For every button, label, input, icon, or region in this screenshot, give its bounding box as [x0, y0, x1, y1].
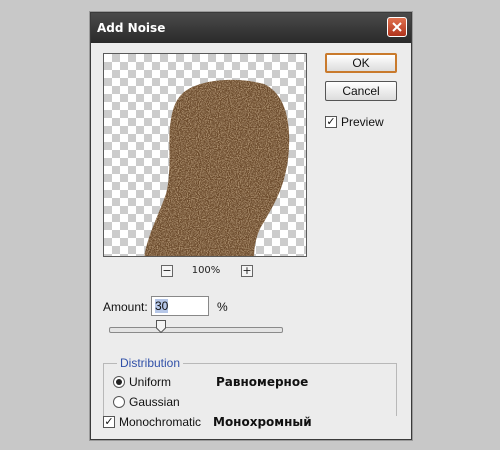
- amount-label: Amount:: [103, 300, 148, 314]
- ok-button[interactable]: OK: [325, 53, 397, 73]
- add-noise-dialog: Add Noise − 100% + OK Cancel ✓ Preview A…: [90, 12, 412, 440]
- close-x-icon: [392, 22, 402, 32]
- title-bar[interactable]: Add Noise: [91, 13, 411, 43]
- uniform-annotation: Равномерное: [216, 375, 309, 389]
- amount-slider-track[interactable]: [109, 327, 283, 333]
- amount-slider-thumb[interactable]: [155, 320, 166, 333]
- zoom-out-button[interactable]: −: [161, 265, 173, 277]
- amount-unit: %: [217, 300, 228, 314]
- zoom-level: 100%: [191, 265, 221, 276]
- close-button[interactable]: [387, 17, 407, 37]
- zoom-controls: − 100% +: [161, 265, 253, 279]
- uniform-radio[interactable]: [113, 376, 125, 388]
- monochromatic-label: Monochromatic: [119, 415, 202, 429]
- monochromatic-annotation: Монохромный: [213, 415, 312, 429]
- dialog-title: Add Noise: [97, 21, 166, 35]
- amount-input[interactable]: 30: [151, 296, 209, 316]
- preview-checkbox[interactable]: ✓: [325, 116, 337, 128]
- cancel-button[interactable]: Cancel: [325, 81, 397, 101]
- preview-window[interactable]: [103, 53, 307, 257]
- gaussian-label: Gaussian: [129, 395, 180, 409]
- preview-label: Preview: [341, 115, 384, 129]
- zoom-in-button[interactable]: +: [241, 265, 253, 277]
- amount-value: 30: [155, 299, 169, 313]
- uniform-label: Uniform: [129, 375, 172, 389]
- gaussian-radio[interactable]: [113, 396, 125, 408]
- distribution-title: Distribution: [117, 356, 184, 370]
- monochromatic-checkbox[interactable]: ✓: [103, 416, 115, 428]
- noise-preview-image: [144, 79, 290, 256]
